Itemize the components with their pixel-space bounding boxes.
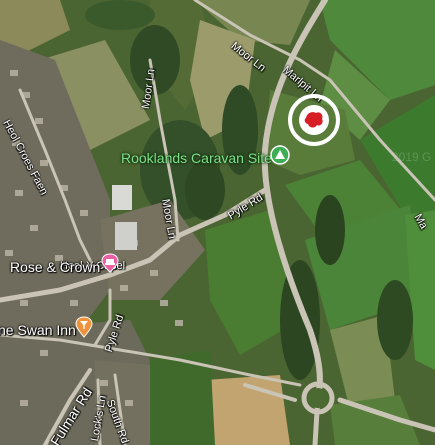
imagery-watermark: 2019 G	[392, 150, 432, 164]
hotel-bed-icon[interactable]	[100, 253, 120, 278]
satellite-imagery	[0, 0, 435, 445]
bar-glass-icon[interactable]	[74, 316, 94, 343]
selected-location-marker[interactable]	[286, 92, 342, 153]
rose-crown-label[interactable]: Rose & Crown	[10, 259, 100, 275]
swan-inn-label[interactable]: ne Swan Inn	[0, 322, 76, 338]
satellite-map[interactable]: Moor Ln Marlpit Ln Moor Ln Moor Ln Heol …	[0, 0, 435, 445]
caravan-site-label[interactable]: Rooklands Caravan Site	[121, 150, 272, 166]
